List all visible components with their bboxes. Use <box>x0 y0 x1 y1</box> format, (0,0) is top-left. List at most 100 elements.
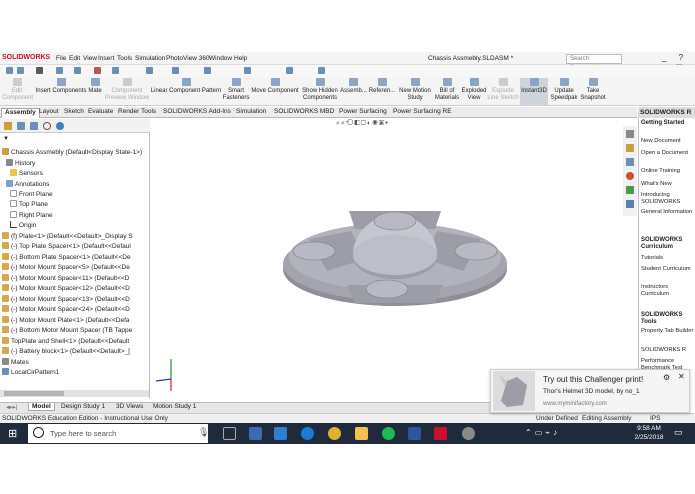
design-library-icon[interactable] <box>626 158 634 166</box>
tree-item-component[interactable]: (-) Motor Mount Spacer<12> (Default<<D <box>2 284 130 294</box>
link-general-information[interactable]: General Information <box>641 209 694 216</box>
link-solidworks-rx[interactable]: SOLIDWORKS R <box>641 347 694 354</box>
reference-icon[interactable] <box>244 67 251 74</box>
file-explorer-icon[interactable] <box>355 427 368 440</box>
tree-item-origin[interactable]: Origin <box>10 221 36 231</box>
configuration-manager-icon[interactable] <box>30 122 38 130</box>
menu-photoview[interactable]: PhotoView 360 <box>166 55 210 62</box>
exploded-view-button[interactable]: Exploded View <box>461 78 487 102</box>
menu-view[interactable]: View <box>83 55 97 62</box>
tree-item-component[interactable]: (-) Bottom Motor Mount Spacer (TB Tappe <box>2 326 132 336</box>
tree-item-component[interactable]: (-) Battery block<1> (Default<<Default>_… <box>2 347 130 357</box>
tree-item-component[interactable]: (-) Bottom Plate Spacer<1> (Default<<De <box>2 253 131 263</box>
tree-item-pattern[interactable]: LocalCirPattern1 <box>2 368 59 378</box>
task-view-icon[interactable] <box>223 427 236 440</box>
menu-help[interactable]: Help <box>234 55 247 62</box>
store-icon[interactable] <box>274 427 287 440</box>
filter-icon[interactable]: ▼ <box>3 136 9 142</box>
appearances-icon[interactable] <box>626 200 634 208</box>
menu-tools[interactable]: Tools <box>117 55 132 62</box>
notification-close-icon[interactable]: ✕ <box>678 372 685 381</box>
mate-icon[interactable] <box>172 67 179 74</box>
new-motion-study-button[interactable]: New Motion Study <box>397 78 433 102</box>
tree-item-component[interactable]: (-) Motor Mount Spacer<5> (Default<<De <box>2 263 130 273</box>
rebuild-icon[interactable] <box>94 67 101 74</box>
windows-start-icon[interactable]: ⊞ <box>8 427 17 440</box>
plane-icon[interactable] <box>146 67 153 74</box>
show-hidden-button[interactable]: Show Hidden Components <box>300 78 340 102</box>
app-icon[interactable] <box>462 427 475 440</box>
display-manager-icon[interactable] <box>56 122 64 130</box>
task-pane-tabs[interactable] <box>623 126 637 216</box>
tab-model[interactable]: Model <box>28 403 55 411</box>
spotify-icon[interactable] <box>382 427 395 440</box>
property-manager-icon[interactable] <box>17 122 25 130</box>
tab-motion-study[interactable]: Motion Study 1 <box>150 403 199 410</box>
link-instructors-curriculum[interactable]: Instructors Curriculum <box>641 284 694 298</box>
snapshot-icon[interactable] <box>286 67 293 74</box>
tab-sketch[interactable]: Sketch <box>61 108 87 115</box>
move-component-button[interactable]: Move Component <box>250 78 300 95</box>
home-icon[interactable] <box>626 130 634 138</box>
smart-fasteners-button[interactable]: Smart Fasteners <box>222 78 250 102</box>
edit-component-button[interactable]: Edit Component <box>2 78 33 102</box>
bill-of-materials-button[interactable]: Bill of Materials <box>433 78 461 102</box>
tab-power-surfacing-re[interactable]: Power Surfacing RE <box>390 108 455 115</box>
tree-item-component[interactable]: (-) Motor Mount Spacer<13> (Default<<D <box>2 295 130 305</box>
component-preview-button[interactable]: Component Preview Window <box>104 78 150 102</box>
word-icon[interactable] <box>408 427 421 440</box>
sketch-icon[interactable] <box>56 67 63 74</box>
pattern-icon[interactable] <box>204 67 211 74</box>
link-open-document[interactable]: Open a Document <box>641 150 694 157</box>
notification-settings-icon[interactable]: ⚙ <box>663 373 670 382</box>
tree-item-mates[interactable]: Mates <box>2 358 29 368</box>
tree-item-component[interactable]: (-) Motor Mount Spacer<11> (Default<<D <box>2 274 129 284</box>
tree-item-component[interactable]: (-) Motor Mount Spacer<24> (Default<<D <box>2 305 130 315</box>
menu-simulation[interactable]: Simulation <box>135 55 165 62</box>
tab-simulation[interactable]: Simulation <box>233 108 269 115</box>
tree-item-right-plane[interactable]: Right Plane <box>10 211 53 221</box>
menu-edit[interactable]: Edit <box>69 55 80 62</box>
view-palette-icon[interactable] <box>626 186 634 194</box>
taskbar-clock[interactable]: 9:58 AM 2/25/2018 <box>632 424 666 442</box>
explode-line-sketch-button[interactable]: Explode Line Sketch <box>487 78 519 102</box>
tab-addins[interactable]: SOLIDWORKS Add-Ins <box>160 108 234 115</box>
select-icon[interactable] <box>36 67 43 74</box>
link-whats-new[interactable]: What's New <box>641 181 694 188</box>
menu-file[interactable]: File <box>56 55 66 62</box>
tab-design-study[interactable]: Design Study 1 <box>58 403 108 410</box>
solidworks-taskbar-icon[interactable] <box>434 427 447 440</box>
print-icon[interactable] <box>318 67 325 74</box>
link-tutorials[interactable]: Tutorials <box>641 255 694 262</box>
app-icon[interactable] <box>249 427 262 440</box>
tree-item-top-plane[interactable]: Top Plane <box>10 200 48 210</box>
tab-render-tools[interactable]: Render Tools <box>115 108 159 115</box>
resources-icon[interactable] <box>626 144 634 152</box>
microphone-icon[interactable]: 🎙 <box>198 427 209 438</box>
assembly-features-button[interactable]: Assemb... <box>340 78 367 95</box>
edge-icon[interactable] <box>301 427 314 440</box>
options-icon[interactable] <box>112 67 119 74</box>
tree-item-component[interactable]: (-) Top Plate Spacer<1> (Default<<Defaul <box>2 242 131 252</box>
link-introducing[interactable]: Introducing SOLIDWORKS <box>641 192 694 206</box>
tree-item-front-plane[interactable]: Front Plane <box>10 190 53 200</box>
tab-power-surfacing[interactable]: Power Surfacing <box>336 108 390 115</box>
tab-nav-arrows[interactable]: ◂▸▸| <box>3 403 20 411</box>
menu-window[interactable]: Window <box>209 55 232 62</box>
tree-item-component[interactable]: TopPlate and Shell<1> (Default<<Default <box>2 337 129 347</box>
tree-item-component[interactable]: (-) Motor Mount Plate<1> (Default<<Defa <box>2 316 130 326</box>
tab-3d-views[interactable]: 3D Views <box>113 403 146 410</box>
tree-item-history[interactable]: History <box>6 159 35 169</box>
tab-layout[interactable]: Layout <box>36 108 62 115</box>
dimension-icon[interactable] <box>74 67 81 74</box>
taskbar-search-input[interactable]: Type here to search <box>28 424 208 443</box>
take-snapshot-button[interactable]: Take Snapshot <box>579 78 607 102</box>
new-icon[interactable] <box>6 67 13 74</box>
action-center-icon[interactable]: ▭ <box>674 427 683 438</box>
menu-insert[interactable]: Insert <box>98 55 114 62</box>
link-online-training[interactable]: Online Training <box>641 168 694 175</box>
tree-item-sensors[interactable]: Sensors <box>10 169 43 179</box>
notification-url[interactable]: www.myminifactory.com <box>543 401 607 407</box>
tree-item-annotations[interactable]: Annotations <box>6 180 49 190</box>
insert-components-button[interactable]: Insert Components <box>35 78 87 95</box>
